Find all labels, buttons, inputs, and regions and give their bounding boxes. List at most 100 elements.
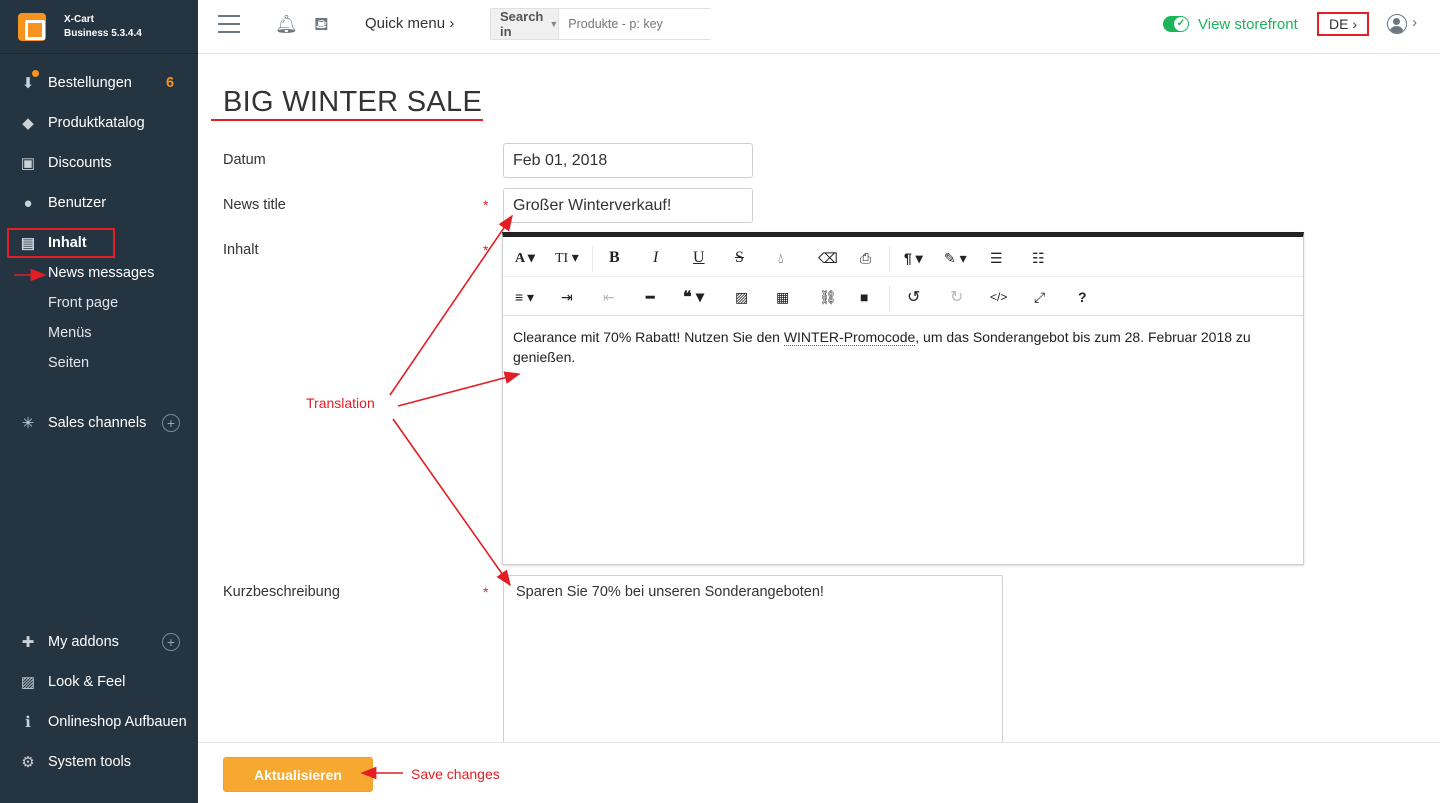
help-icon[interactable]: ? [1078, 287, 1087, 307]
rich-text-editor[interactable]: A ▾ TI ▾ B I U S 💧︎ ⌫ ⎙ ¶ ▾ ✎ ▾ ☰ ☷ ≡ ▾ … [502, 232, 1304, 565]
editor-toolbar-row-2: ≡ ▾ ⇥ ⇤ ━ ❝ ▾ ▨ ▦ ⛓ ■ ↺ ↻ </> ⤢ ? [503, 279, 1303, 316]
font-style-icon[interactable]: A ▾ [515, 248, 535, 268]
date-field[interactable]: Feb 01, 2018 [503, 143, 753, 178]
underline-icon[interactable]: U [693, 248, 705, 268]
sidebar-item-my-addons[interactable]: ✚ My addons + [0, 627, 198, 657]
view-storefront-link[interactable]: View storefront [1198, 16, 1298, 33]
gear-icon: ⚙ [21, 754, 35, 771]
brand-text: X-Cart Business 5.3.4.4 [64, 13, 142, 41]
undo-icon[interactable]: ↺ [907, 287, 920, 307]
sidebar-item-produktkatalog[interactable]: ◆ Produktkatalog [0, 108, 198, 138]
bell-icon[interactable]: 🔔︎ [275, 14, 298, 35]
brief-description-textarea[interactable]: Sparen Sie 70% bei unseren Sonderangebot… [503, 575, 1003, 755]
page-title: BIG WINTER SALE [223, 86, 483, 118]
sidebar: X-Cart Business 5.3.4.4 ⬇ Bestellungen 6… [0, 0, 198, 803]
title-underline-annotation [211, 119, 483, 121]
table-icon[interactable]: ▦ [776, 287, 789, 307]
app-version: Business 5.3.4.4 [64, 27, 142, 39]
ordered-list-icon[interactable]: ☰ [990, 248, 1003, 268]
sidebar-subitem-front-page[interactable]: Front page [48, 295, 118, 311]
required-mark: * [483, 242, 489, 258]
paragraph-icon[interactable]: ¶ ▾ [904, 248, 923, 268]
sticky-footer: Aktualisieren [198, 742, 1440, 803]
caret-down-icon: ▼ [549, 19, 559, 29]
brand[interactable]: X-Cart Business 5.3.4.4 [0, 0, 198, 54]
sidebar-item-benutzer[interactable]: ● Benutzer [0, 188, 198, 218]
search-input[interactable] [559, 9, 730, 39]
sidebar-item-sales-channels[interactable]: ✳ Sales channels + [0, 408, 198, 438]
magic-wand-icon[interactable]: ✎ ▾ [944, 248, 967, 268]
sidebar-item-bestellungen[interactable]: ⬇ Bestellungen 6 [0, 68, 198, 98]
sidebar-item-discounts[interactable]: ▣ Discounts [0, 148, 198, 178]
xcart-logo-icon [18, 12, 46, 41]
translation-annotation: Translation [306, 395, 375, 411]
blockquote-icon[interactable]: ❝ ▾ [683, 287, 704, 307]
code-view-icon[interactable]: </> [990, 287, 1007, 307]
menu-toggle-icon[interactable] [218, 15, 240, 33]
topbar: 🔔︎ ⛾ Quick menu › Search in ▼ View storef… [198, 0, 1440, 54]
link-icon[interactable]: ⛓ [819, 287, 837, 307]
inhalt-highlight-annotation [7, 228, 115, 258]
sidebar-item-label: Bestellungen [48, 75, 132, 91]
italic-icon[interactable]: I [653, 248, 658, 268]
notification-dot [32, 70, 39, 77]
video-icon[interactable]: ■ [860, 287, 868, 307]
sidebar-subitem-seiten[interactable]: Seiten [48, 355, 89, 371]
bold-icon[interactable]: B [609, 248, 620, 268]
align-icon[interactable]: ≡ ▾ [515, 287, 534, 307]
news-title-field[interactable]: Großer Winterverkauf! [503, 188, 753, 223]
sidebar-subitem-news-messages[interactable]: News messages [48, 265, 154, 281]
sidebar-item-onlineshop-aufbauen[interactable]: ℹ Onlineshop Aufbauen [0, 707, 198, 737]
content-label: Inhalt [223, 242, 259, 258]
indent-icon[interactable]: ⇥ [561, 287, 573, 307]
update-button[interactable]: Aktualisieren [223, 757, 373, 792]
sidebar-item-label: System tools [48, 754, 131, 770]
redo-icon[interactable]: ↻ [950, 287, 963, 307]
sidebar-item-label: Discounts [48, 155, 112, 171]
strikethrough-icon[interactable]: S [735, 248, 744, 268]
language-label: DE [1328, 16, 1349, 32]
unordered-list-icon[interactable]: ☷ [1032, 248, 1045, 268]
sidebar-subitem-menus[interactable]: Menüs [48, 325, 92, 341]
sidebar-item-label: Produktkatalog [48, 115, 145, 131]
search-in-label: Search in [500, 9, 544, 39]
sidebar-item-label: My addons [48, 634, 119, 650]
search-box: Search in ▼ [490, 8, 730, 40]
quick-menu-label: Quick menu [365, 15, 446, 32]
toolbar-separator [889, 246, 890, 272]
quick-menu-button[interactable]: Quick menu › [365, 15, 454, 32]
add-addon-icon[interactable]: + [162, 633, 180, 651]
font-size-icon[interactable]: TI ▾ [555, 248, 579, 268]
required-mark: * [483, 197, 489, 213]
insert-image-icon[interactable]: ▨ [735, 287, 748, 307]
chevron-right-icon[interactable]: › [1412, 14, 1417, 31]
language-selector[interactable]: DE › [1317, 12, 1369, 36]
network-icon: ✳ [21, 415, 35, 432]
tags-icon: ◆ [22, 115, 34, 132]
eraser-icon[interactable]: ⌫ [818, 248, 838, 268]
sidebar-item-label: Onlineshop Aufbauen [48, 714, 187, 730]
horizontal-rule-icon[interactable]: ━ [646, 287, 654, 307]
search-in-dropdown[interactable]: Search in ▼ [491, 9, 560, 39]
required-mark: * [483, 584, 489, 600]
sidebar-item-system-tools[interactable]: ⚙ System tools [0, 747, 198, 777]
storefront-map-icon[interactable]: ⛾ [314, 14, 329, 38]
text-color-icon[interactable]: 💧︎ [778, 248, 784, 268]
sidebar-item-label: Look & Feel [48, 674, 126, 690]
sidebar-item-look-feel[interactable]: ▨ Look & Feel [0, 667, 198, 697]
users-icon: ● [23, 194, 33, 212]
sidebar-item-label: Benutzer [48, 195, 107, 211]
fullscreen-icon[interactable]: ⤢ [1034, 287, 1045, 307]
info-icon: ℹ [25, 714, 31, 731]
toolbar-separator [889, 285, 890, 311]
print-icon[interactable]: ⎙ [860, 248, 871, 268]
date-label: Datum [223, 152, 266, 168]
user-avatar-icon[interactable] [1387, 14, 1407, 34]
storefront-toggle[interactable] [1163, 16, 1189, 32]
add-sales-channel-icon[interactable]: + [162, 414, 180, 432]
puzzle-icon: ✚ [21, 634, 35, 651]
sidebar-item-label: Sales channels [48, 415, 147, 431]
editor-content[interactable]: Clearance mit 70% Rabatt! Nutzen Sie den… [513, 327, 1293, 367]
image-icon: ▨ [20, 674, 36, 691]
outdent-icon[interactable]: ⇤ [603, 287, 615, 307]
